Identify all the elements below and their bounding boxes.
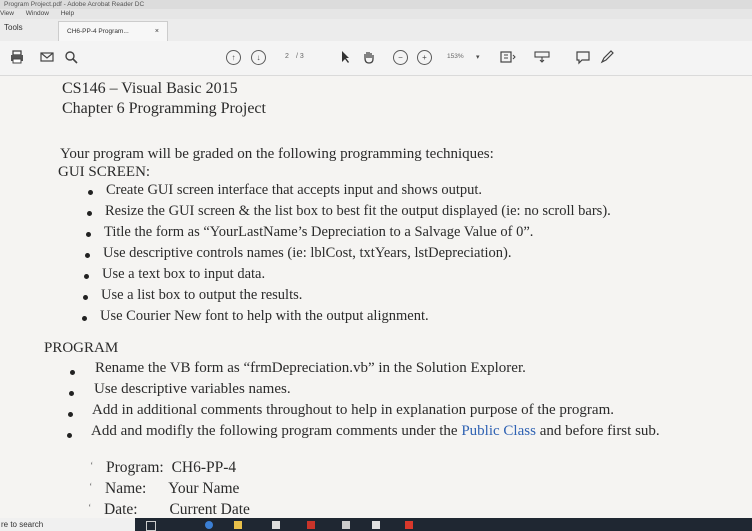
bullet [85, 253, 90, 258]
window-title: Program Project.pdf - Adobe Acrobat Read… [0, 0, 752, 9]
page-current[interactable]: 2 [285, 53, 289, 60]
select-cursor-icon[interactable] [340, 49, 350, 65]
bullet [86, 232, 91, 237]
program-item: Use descriptive variables names. [94, 381, 291, 397]
comment-name-label: Name: [105, 480, 147, 497]
comment-name: Name: Your Name [105, 480, 239, 498]
bullet [67, 433, 72, 438]
bullet [70, 370, 75, 375]
mail-app-icon[interactable] [307, 521, 315, 529]
file-explorer-icon[interactable] [234, 521, 242, 529]
email-icon[interactable] [40, 49, 54, 65]
comment-tick: ‘ [88, 503, 92, 514]
comment-date-label: Date: [104, 501, 138, 518]
acrobat-icon[interactable] [405, 521, 413, 529]
task-view-icon[interactable] [146, 521, 156, 531]
edge-icon[interactable] [205, 521, 213, 529]
fit-page-icon[interactable] [500, 49, 516, 65]
zoom-out-icon[interactable]: − [393, 50, 408, 65]
gui-item: Title the form as “YourLastName’s Deprec… [104, 224, 534, 240]
gui-item: Use a list box to output the results. [101, 287, 303, 303]
doc-heading-course: CS146 – Visual Basic 2015 [62, 80, 238, 97]
taskbar-search[interactable]: re to search [0, 518, 135, 531]
gui-item: Resize the GUI screen & the list box to … [105, 203, 611, 219]
program-heading: PROGRAM [44, 340, 119, 356]
program-item-prefix: Add and modifly the following program co… [91, 423, 458, 439]
program-item-suffix: and before first sub. [539, 423, 660, 439]
bullet [84, 274, 89, 279]
comment-name-value: Your Name [168, 480, 240, 497]
comment-date-value: Current Date [169, 501, 250, 518]
pdf-page: CS146 – Visual Basic 2015 Chapter 6 Prog… [0, 76, 752, 518]
gui-item: Use a text box to input data. [102, 266, 266, 282]
tab-document-label: CH6-PP-4 Program... [67, 28, 129, 35]
gui-item: Use descriptive controls names (ie: lblC… [103, 245, 512, 261]
app-icon[interactable] [342, 521, 350, 529]
next-page-icon[interactable]: ↓ [251, 50, 266, 65]
comment-date: Date: Current Date [104, 501, 250, 518]
bullet [69, 391, 74, 396]
menu-view[interactable]: View [0, 10, 14, 17]
bullet [83, 295, 88, 300]
bullet [82, 316, 87, 321]
menu-help[interactable]: Help [61, 10, 74, 17]
zoom-level[interactable]: 153% [447, 53, 464, 60]
program-item-last: Add and modifly the following program co… [91, 423, 660, 440]
taskbar: re to search [0, 518, 752, 531]
hand-tool-icon[interactable] [362, 49, 376, 65]
tab-document[interactable]: CH6-PP-4 Program... × [58, 21, 168, 41]
previous-page-icon[interactable]: ↑ [226, 50, 241, 65]
public-class-keyword: Public Class [461, 423, 536, 439]
bullet [87, 211, 92, 216]
bullet [68, 412, 73, 417]
program-item: Add in additional comments throughout to… [92, 402, 614, 418]
bullet [88, 190, 93, 195]
comment-program: Program: CH6-PP-4 [106, 459, 236, 477]
tab-bar: Tools CH6-PP-4 Program... × [0, 19, 752, 42]
page-total: / 3 [296, 53, 304, 60]
zoom-in-icon[interactable]: + [417, 50, 432, 65]
search-icon[interactable] [64, 49, 78, 65]
keyboard-scroll-icon[interactable] [534, 49, 550, 65]
comment-tick: ‘ [90, 461, 94, 472]
comment-tick: ‘ [89, 482, 93, 493]
toolbar: ↑ ↓ 2 / 3 − + 153% ▾ [0, 41, 752, 76]
comment-program-value: CH6-PP-4 [171, 459, 237, 476]
zoom-dropdown-icon[interactable]: ▾ [476, 50, 480, 66]
pen-icon[interactable] [600, 49, 614, 65]
gui-item: Create GUI screen interface that accepts… [106, 182, 483, 198]
comment-icon[interactable] [576, 49, 590, 65]
doc-intro: Your program will be graded on the follo… [60, 146, 494, 162]
gui-item: Use Courier New font to help with the ou… [100, 308, 429, 324]
menu-bar: View Window Help [0, 9, 752, 19]
doc-heading-chapter: Chapter 6 Programming Project [62, 100, 266, 117]
store-icon[interactable] [272, 521, 280, 529]
program-item: Rename the VB form as “frmDepreciation.v… [95, 360, 526, 376]
close-tab-icon[interactable]: × [155, 22, 159, 42]
gui-heading: GUI SCREEN: [58, 164, 151, 180]
print-icon[interactable] [10, 49, 24, 65]
comment-program-label: Program: [106, 459, 164, 476]
app-icon[interactable] [372, 521, 380, 529]
tab-tools[interactable]: Tools [4, 23, 23, 32]
menu-window[interactable]: Window [26, 10, 49, 17]
